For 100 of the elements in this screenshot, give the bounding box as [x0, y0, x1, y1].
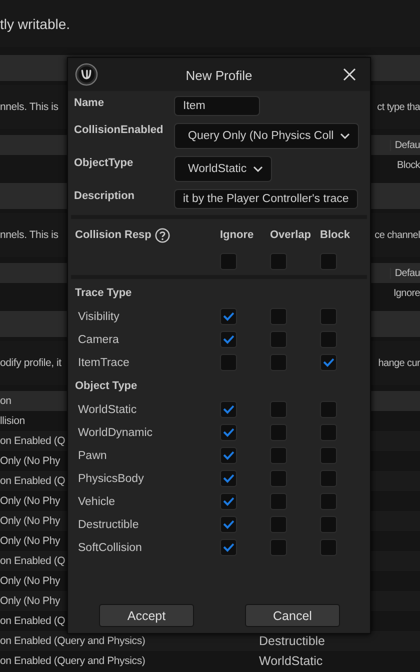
description-text: tly writable. [0, 16, 70, 32]
check-icon [323, 358, 334, 367]
checkbox[interactable] [220, 252, 237, 270]
check-icon [223, 520, 234, 529]
table-cell: on Enabled (Q [0, 435, 66, 447]
channel-label: PhysicsBody [78, 472, 144, 484]
chevron-icon [340, 133, 350, 139]
table-cell-text: Ignore [392, 288, 420, 298]
description-text: odify profile, it [0, 357, 62, 369]
check-icon [223, 497, 234, 506]
checkbox[interactable] [270, 539, 287, 556]
checkbox[interactable] [270, 424, 287, 441]
checkbox[interactable] [270, 493, 287, 510]
group-heading: Object Type [75, 379, 138, 394]
checkbox[interactable] [270, 354, 287, 371]
group-heading: Trace Type [75, 286, 133, 301]
checkbox[interactable] [320, 539, 337, 556]
checkbox[interactable] [270, 470, 287, 487]
checkbox[interactable] [220, 493, 237, 510]
check-icon [223, 543, 234, 552]
table-cell: Only (No Phy [0, 515, 60, 527]
checkbox[interactable] [220, 308, 237, 325]
checkbox[interactable] [270, 516, 287, 533]
column-header: Overlap [270, 229, 312, 241]
checkbox[interactable] [320, 424, 337, 441]
checkbox[interactable] [270, 447, 287, 464]
field-label: Description [74, 189, 136, 202]
channel-label: Pawn [78, 450, 107, 462]
checkbox[interactable] [270, 401, 287, 418]
table-cell: on Enabled (Q [0, 555, 66, 567]
checkbox[interactable] [320, 354, 337, 371]
section-label: Collision Resp [75, 229, 152, 241]
table-cell: Only (No Phy [0, 455, 60, 467]
checkbox[interactable] [320, 470, 337, 487]
column-header: Defau [390, 268, 420, 278]
check-icon [223, 312, 234, 321]
description-text: hange cur [377, 358, 420, 368]
column-header: Ignore [220, 229, 255, 241]
logo-icon [75, 63, 98, 86]
check-icon [223, 405, 234, 414]
check-icon [223, 451, 234, 460]
description-text: nnels. This is [0, 229, 58, 241]
help-icon [155, 228, 170, 242]
channel-label: WorldStatic [78, 404, 137, 416]
table-cell: llision [0, 415, 25, 427]
field-label: ObjectType [74, 156, 134, 169]
column-header: Block [320, 229, 351, 241]
table-cell: Only (No Phy [0, 535, 60, 547]
checkbox[interactable] [320, 401, 337, 418]
checkbox[interactable] [220, 401, 237, 418]
channel-label: Visibility [78, 310, 120, 322]
column-header: Defau [390, 140, 420, 150]
input-field[interactable]: it by the Player Controller's trace [174, 189, 358, 209]
cancel-button[interactable]: Cancel [245, 604, 340, 627]
table-cell: Only (No Phy [0, 595, 60, 607]
checkbox[interactable] [270, 252, 287, 270]
channel-label: Vehicle [78, 496, 116, 508]
table-cell: on Enabled (Query and Physics) [0, 655, 146, 667]
checkbox[interactable] [220, 424, 237, 441]
check-icon [223, 428, 234, 437]
table-cell-text: Block [396, 160, 420, 170]
channel-label: Destructible [78, 518, 139, 530]
checkbox[interactable] [220, 516, 237, 533]
checkbox[interactable] [270, 308, 287, 325]
table-cell: on Enabled (Query and Physics) [0, 635, 146, 647]
field-label: CollisionEnabled [74, 123, 164, 136]
input-field[interactable]: Item [174, 96, 260, 116]
checkbox[interactable] [220, 354, 237, 371]
checkbox[interactable] [320, 252, 337, 270]
column-header: on [0, 395, 12, 407]
checkbox[interactable] [320, 331, 337, 348]
checkbox[interactable] [320, 493, 337, 510]
channel-label: SoftCollision [78, 542, 142, 554]
checkbox[interactable] [220, 539, 237, 556]
check-icon [223, 474, 234, 483]
table-cell: Only (No Phy [0, 575, 60, 587]
table-cell: WorldStatic [259, 654, 323, 668]
description-text: ce channel [374, 230, 420, 240]
field-label: Name [74, 96, 105, 109]
table-cell: on Enabled (Q [0, 475, 66, 487]
checkbox[interactable] [320, 447, 337, 464]
channel-label: Camera [78, 334, 119, 346]
window-title: New Profile [186, 68, 252, 83]
description-text: nnels. This is [0, 101, 58, 113]
description-text: ct type tha [376, 102, 420, 112]
close-button[interactable] [343, 68, 356, 81]
check-icon [223, 335, 234, 344]
checkbox[interactable] [270, 331, 287, 348]
checkbox[interactable] [320, 308, 337, 325]
table-cell: Destructible [259, 634, 325, 648]
accept-button[interactable]: Accept [99, 604, 194, 627]
checkbox[interactable] [220, 470, 237, 487]
table-cell: Only (No Phy [0, 495, 60, 507]
channel-label: WorldDynamic [78, 426, 153, 438]
dropdown[interactable]: WorldStatic [174, 156, 272, 182]
checkbox[interactable] [320, 516, 337, 533]
checkbox[interactable] [220, 331, 237, 348]
chevron-icon [252, 166, 263, 172]
dropdown[interactable]: Query Only (No Physics Coll [174, 123, 359, 149]
checkbox[interactable] [220, 447, 237, 464]
